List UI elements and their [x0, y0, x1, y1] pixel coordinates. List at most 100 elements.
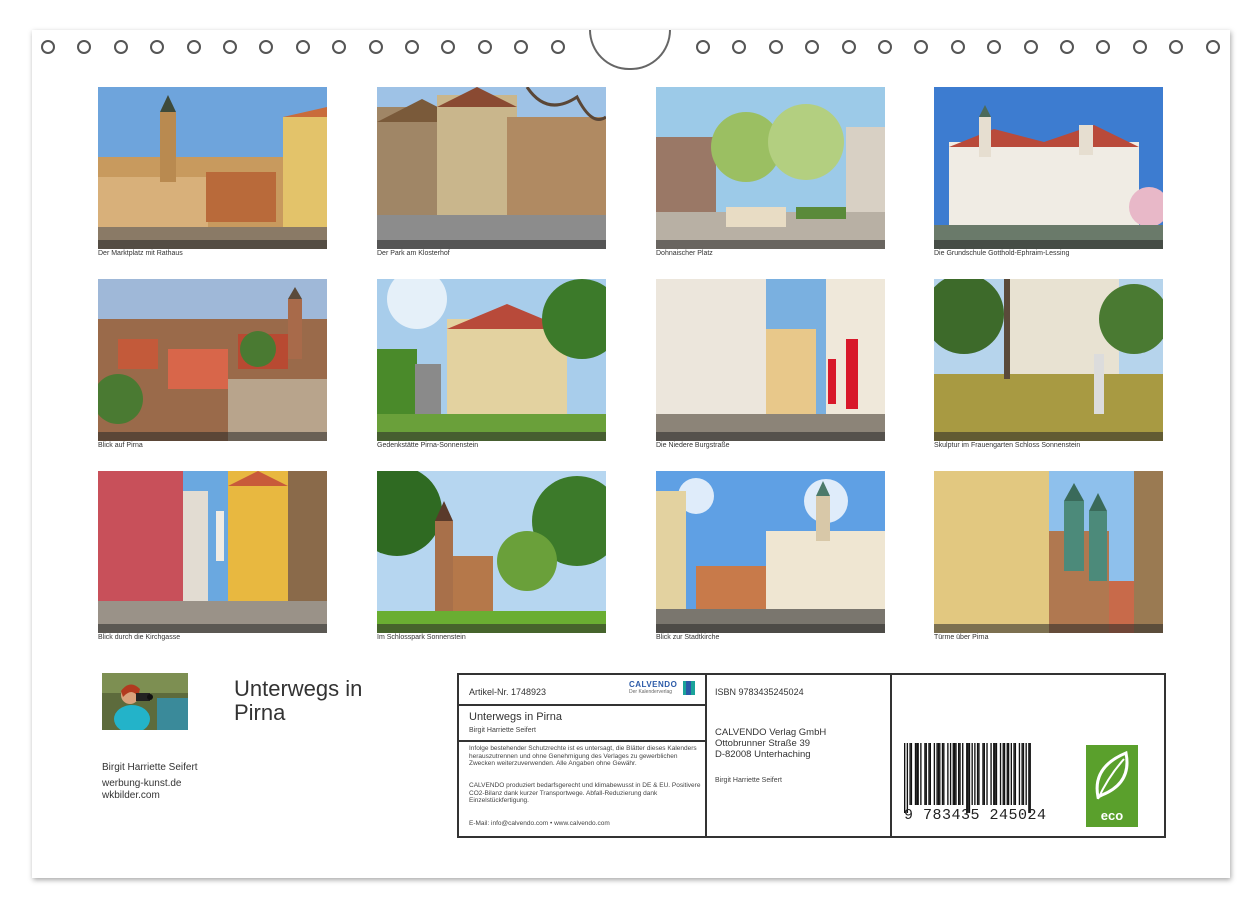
month-photo-februar [377, 87, 606, 249]
binding-ring [1096, 40, 1111, 54]
photo-image [377, 279, 606, 441]
photo-caption: Skulptur im Frauengarten Schloss Sonnens… [934, 442, 1081, 449]
author-block: Birgit Harriette Seifert werbung-kunst.d… [102, 762, 198, 802]
binding-ring [477, 40, 492, 54]
binding-ring [41, 40, 55, 54]
calendar-days-strip [934, 624, 1163, 633]
photo-caption: Die Grundschule Gotthold-Ephraim-Lessing [934, 250, 1070, 257]
month-photo-juni [377, 279, 606, 441]
photo-caption: Türme über Pirna [934, 634, 989, 641]
calendar-days-strip [934, 240, 1163, 249]
month-photo-märz [656, 87, 885, 249]
photo-caption: Dohnaischer Platz [656, 250, 713, 257]
barcode-number: 9 783435 245024 [904, 807, 1047, 824]
info-title: Unterwegs in Pirna [469, 711, 562, 723]
photo-caption: Die Niedere Burgstraße [656, 442, 730, 449]
photo-image [934, 279, 1163, 441]
calendar-days-strip [934, 432, 1163, 441]
binding-ring [878, 40, 892, 54]
binding-ring [696, 40, 710, 54]
calvendo-logo: CALVENDO Der Kalenderverlag [629, 680, 695, 698]
photo-caption: Blick durch die Kirchgasse [98, 634, 181, 641]
production-notice: CALVENDO produziert bedarfsgerecht und k… [469, 782, 701, 804]
info-author: Birgit Harriette Seifert [469, 727, 536, 734]
photo-image [656, 279, 885, 441]
month-photo-oktober [377, 471, 606, 633]
binding-ring [1132, 40, 1147, 54]
publisher-author: Birgit Harriette Seifert [715, 777, 782, 784]
binding-ring [223, 40, 237, 54]
isbn: ISBN 9783435245024 [715, 687, 804, 697]
publisher-info-box: Artikel-Nr. 1748923 CALVENDO Der Kalende… [457, 673, 1166, 838]
binding-ring [441, 40, 456, 54]
photo-caption: Blick zur Stadtkirche [656, 634, 720, 641]
binding-ring [368, 40, 383, 54]
publisher-street: Ottobrunner Straße 39 [715, 738, 811, 749]
barcode-column: 9 783435 245024 eco [890, 675, 1164, 836]
binding-ring [550, 40, 565, 54]
calendar-days-strip [98, 240, 327, 249]
binding-ring [514, 40, 529, 54]
binding-ring [113, 40, 128, 54]
binding-ring [332, 40, 347, 54]
calendar-days-strip [98, 624, 327, 633]
calendar-days-strip [377, 432, 606, 441]
month-photo-august [934, 279, 1163, 441]
binding-ring [841, 40, 856, 54]
calendar-days-strip [377, 240, 606, 249]
calendar-days-strip [377, 624, 606, 633]
eco-badge: eco [1086, 745, 1138, 827]
month-photo-april [934, 87, 1163, 249]
photo-image [656, 87, 885, 249]
contact-line[interactable]: E-Mail: info@calvendo.com • www.calvendo… [469, 820, 701, 828]
author-link[interactable]: wkbilder.com [102, 790, 198, 802]
author-photo [102, 673, 188, 730]
binding-ring [805, 40, 820, 54]
binding-ring [405, 40, 419, 54]
photo-image [377, 471, 606, 633]
photo-caption: Der Park am Klosterhof [377, 250, 450, 257]
binding-ring [768, 40, 783, 54]
month-photo-januar [98, 87, 327, 249]
binding-ring [1205, 40, 1220, 54]
calendar-days-strip [656, 432, 885, 441]
month-photo-juli [656, 279, 885, 441]
publisher-column: ISBN 9783435245024 CALVENDO Verlag GmbH … [705, 675, 892, 836]
author-link[interactable]: werbung-kunst.de [102, 778, 198, 790]
binding-ring [1060, 40, 1074, 54]
calendar-days-strip [98, 432, 327, 441]
photo-caption: Im Schlosspark Sonnenstein [377, 634, 466, 641]
photo-image [934, 471, 1163, 633]
article-row: Artikel-Nr. 1748923 CALVENDO Der Kalende… [459, 675, 705, 706]
photo-image [98, 471, 327, 633]
binding-ring [732, 40, 747, 54]
binding-ring [150, 40, 165, 54]
binding-ring [186, 40, 201, 54]
legal-notice: Infolge bestehender Schutzrechte ist es … [469, 745, 697, 767]
photo-image [98, 87, 327, 249]
binding-ring [77, 40, 92, 54]
calendar-title: Unterwegs in Pirna [234, 676, 363, 725]
author-name: Birgit Harriette Seifert [102, 762, 198, 773]
calendar-days-strip [656, 624, 885, 633]
binding-ring [295, 40, 310, 54]
photo-caption: Blick auf Pirna [98, 442, 143, 449]
title-row: Unterwegs in Pirna Birgit Harriette Seif… [459, 706, 705, 742]
month-photo-mai [98, 279, 327, 441]
leaf-icon [1095, 750, 1129, 800]
month-photo-november [656, 471, 885, 633]
photo-image [377, 87, 606, 249]
month-photo-dezember [934, 471, 1163, 633]
photo-image [98, 279, 327, 441]
photo-caption: Der Marktplatz mit Rathaus [98, 250, 183, 257]
binding-ring [1023, 40, 1038, 54]
binding-ring [259, 40, 274, 54]
photo-image [934, 87, 1163, 249]
calendar-days-strip [656, 240, 885, 249]
binding-ring [950, 40, 965, 54]
binding-ring [1169, 40, 1184, 54]
photo-image [656, 471, 885, 633]
binding-ring [987, 40, 1002, 54]
article-column: Artikel-Nr. 1748923 CALVENDO Der Kalende… [459, 675, 707, 836]
binding-ring [914, 40, 929, 54]
